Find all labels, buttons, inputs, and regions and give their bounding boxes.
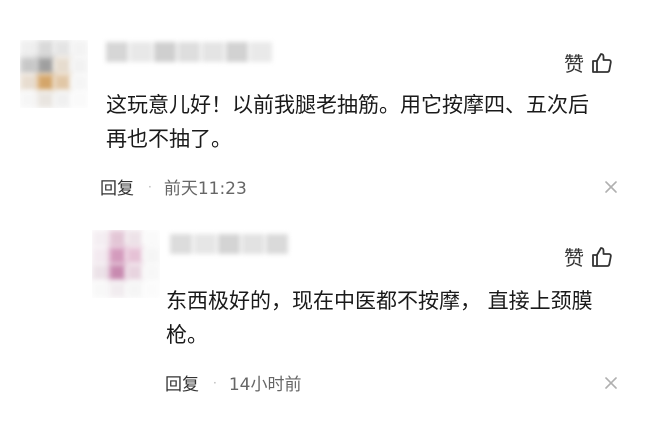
avatar-pixel bbox=[92, 247, 109, 264]
username-pixel bbox=[226, 42, 248, 62]
like-button[interactable]: 赞 bbox=[564, 242, 614, 271]
avatar-pixel bbox=[126, 230, 143, 247]
comment-2: 赞 东西极好的，现在中医都不按摩， 直接上颈膜 枪。 回复 · 14小时前 bbox=[0, 212, 660, 424]
avatar-pixel bbox=[71, 40, 88, 57]
avatar-pixel bbox=[20, 57, 37, 74]
comment-text: 这玩意儿好！以前我腿老抽筋。用它按摩四、五次后 再也不抽了。 bbox=[106, 88, 589, 156]
avatar-pixel bbox=[54, 74, 71, 91]
username-pixel bbox=[242, 234, 264, 254]
comment-meta: 回复 · 14小时前 bbox=[165, 370, 301, 395]
avatar-pixel bbox=[54, 40, 71, 57]
like-button[interactable]: 赞 bbox=[564, 48, 614, 77]
avatar-pixel bbox=[143, 230, 160, 247]
avatar-pixel bbox=[143, 281, 160, 298]
avatar-pixel bbox=[37, 74, 54, 91]
thumbs-up-icon bbox=[592, 246, 612, 267]
avatar-pixel bbox=[20, 40, 37, 57]
avatar-pixel bbox=[54, 91, 71, 108]
avatar-pixel bbox=[92, 281, 109, 298]
comment-text-line-2: 枪。 bbox=[166, 323, 208, 347]
username-pixel bbox=[130, 42, 152, 62]
comment-text-line-1: 东西极好的，现在中医都不按摩， 直接上颈膜 bbox=[166, 289, 593, 313]
thumbs-up-icon bbox=[592, 52, 612, 73]
avatar-pixel bbox=[37, 91, 54, 108]
comment-text-line-1: 这玩意儿好！以前我腿老抽筋。用它按摩四、五次后 bbox=[106, 93, 589, 117]
avatar-pixel bbox=[109, 247, 126, 264]
avatar-pixel bbox=[37, 40, 54, 57]
timestamp: 14小时前 bbox=[228, 375, 302, 395]
avatar-pixel bbox=[20, 91, 37, 108]
avatar-pixel bbox=[54, 57, 71, 74]
avatar-pixel bbox=[143, 264, 160, 281]
timestamp: 前天11:23 bbox=[163, 179, 247, 199]
username-pixel bbox=[266, 234, 288, 254]
username-pixel bbox=[218, 234, 240, 254]
avatar[interactable] bbox=[20, 40, 88, 108]
username-pixel bbox=[250, 42, 272, 62]
username-blurred[interactable] bbox=[106, 42, 272, 62]
comment-meta: 回复 · 前天11:23 bbox=[100, 174, 247, 199]
close-icon[interactable] bbox=[604, 180, 618, 194]
reply-button[interactable]: 回复 bbox=[165, 370, 199, 395]
avatar-pixel bbox=[143, 247, 160, 264]
close-icon[interactable] bbox=[604, 376, 618, 390]
avatar-pixel bbox=[71, 91, 88, 108]
avatar-pixel bbox=[126, 264, 143, 281]
reply-button[interactable]: 回复 bbox=[100, 174, 134, 199]
comment-text-line-2: 再也不抽了。 bbox=[106, 127, 232, 151]
comment-text: 东西极好的，现在中医都不按摩， 直接上颈膜 枪。 bbox=[166, 284, 593, 352]
comment-1: 赞 这玩意儿好！以前我腿老抽筋。用它按摩四、五次后 再也不抽了。 回复 · 前天… bbox=[0, 0, 660, 212]
avatar-pixel bbox=[126, 281, 143, 298]
avatar-pixel bbox=[37, 57, 54, 74]
like-label: 赞 bbox=[564, 52, 584, 76]
like-label: 赞 bbox=[564, 246, 584, 270]
avatar[interactable] bbox=[92, 230, 160, 298]
username-pixel bbox=[170, 234, 192, 254]
username-pixel bbox=[194, 234, 216, 254]
separator-dot: · bbox=[213, 375, 217, 390]
avatar-pixel bbox=[92, 230, 109, 247]
avatar-pixel bbox=[92, 264, 109, 281]
separator-dot: · bbox=[148, 179, 152, 194]
username-pixel bbox=[106, 42, 128, 62]
username-pixel bbox=[154, 42, 176, 62]
avatar-pixel bbox=[109, 230, 126, 247]
username-pixel bbox=[202, 42, 224, 62]
username-pixel bbox=[178, 42, 200, 62]
avatar-pixel bbox=[20, 74, 37, 91]
username-blurred[interactable] bbox=[170, 234, 288, 254]
avatar-pixel bbox=[71, 57, 88, 74]
avatar-pixel bbox=[109, 281, 126, 298]
avatar-pixel bbox=[109, 264, 126, 281]
avatar-pixel bbox=[71, 74, 88, 91]
avatar-pixel bbox=[126, 247, 143, 264]
